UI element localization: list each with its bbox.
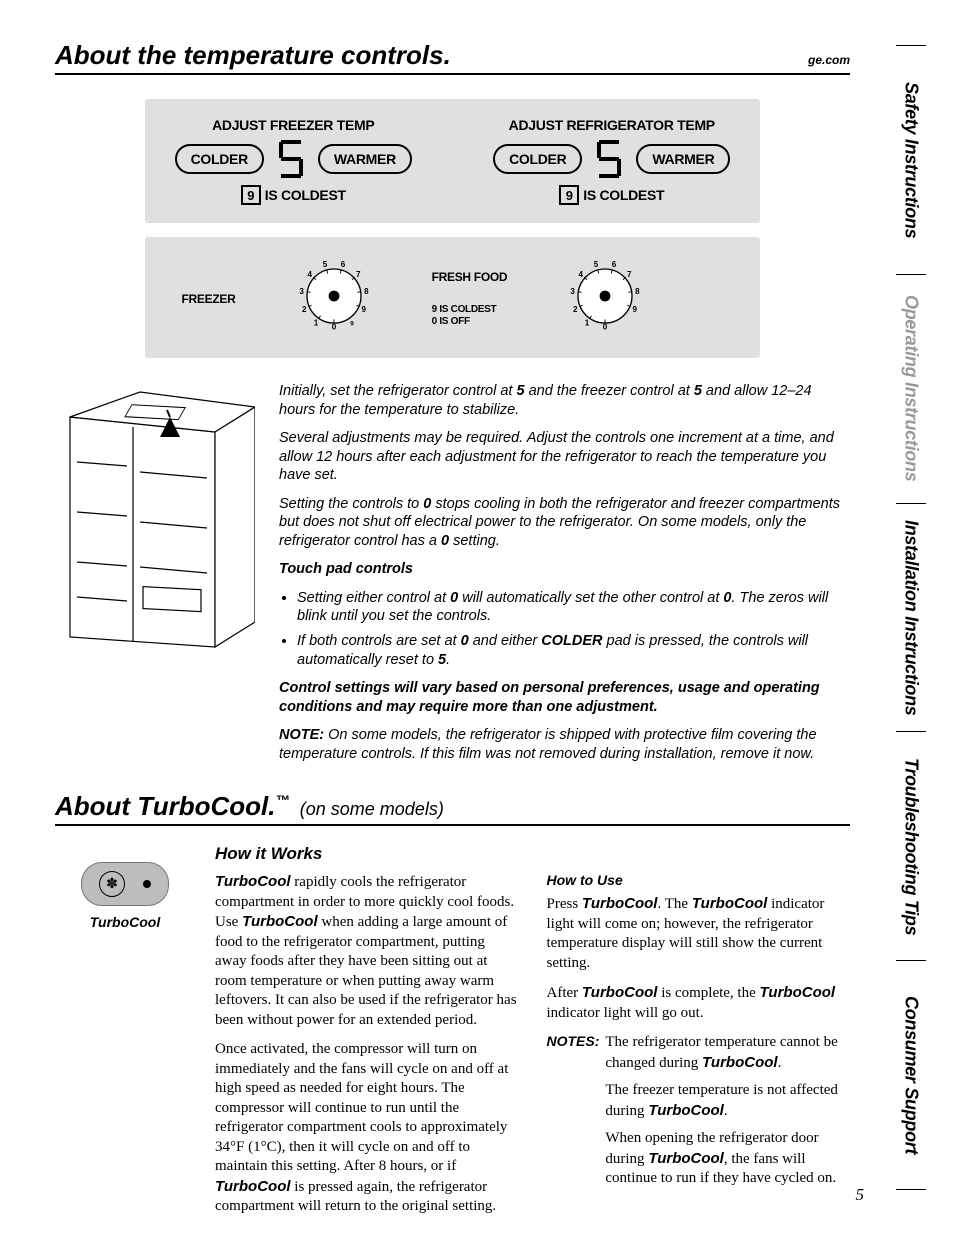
how-to-use-title: How to Use xyxy=(547,872,851,888)
tab-operating[interactable]: Operating Instructions xyxy=(896,275,926,504)
tab-label: Operating Instructions xyxy=(901,295,922,481)
v5b: 5 xyxy=(694,383,702,399)
svg-text:3: 3 xyxy=(299,287,304,296)
svg-text:4: 4 xyxy=(579,270,584,279)
tm-mark: ™ xyxy=(275,794,289,810)
svg-text:9: 9 xyxy=(350,321,354,328)
tab-troubleshooting[interactable]: Troubleshooting Tips xyxy=(896,732,926,961)
main-content: About the temperature controls. ge.com A… xyxy=(55,40,850,1227)
svg-text:0: 0 xyxy=(331,322,336,331)
dial-icon: 0 12 34 5 6 78 99 xyxy=(289,251,379,341)
turbocool-title: About TurboCool.™ xyxy=(55,791,290,822)
svg-text:0: 0 xyxy=(603,322,608,331)
touch-pad-title: Touch pad controls xyxy=(279,560,850,579)
svg-text:7: 7 xyxy=(356,270,361,279)
turbocool-title-row: About TurboCool.™ (on some models) xyxy=(55,791,850,826)
p3c: setting. xyxy=(449,533,500,549)
how-it-works-title: How it Works xyxy=(215,844,519,864)
dial-control-panel: FREEZER 012 345 678 99 xyxy=(145,237,760,358)
turbocool-badge-label: TurboCool xyxy=(55,914,195,930)
segment-5-icon xyxy=(595,139,623,179)
svg-text:1: 1 xyxy=(313,319,318,328)
v5a: 5 xyxy=(516,383,524,399)
dial-note-off: 0 IS OFF xyxy=(432,316,508,328)
refrigerator-illustration xyxy=(55,382,255,773)
tab-label: Consumer Support xyxy=(901,996,922,1154)
svg-text:5: 5 xyxy=(594,260,599,269)
turbocool-body: ✽ TurboCool How it Works TurboCool rapid… xyxy=(55,844,850,1227)
fresh-food-dial-label: FRESH FOOD xyxy=(432,270,508,284)
dial-icon: 0 12 34 5 6 78 9 xyxy=(560,251,650,341)
notes-label: NOTES: xyxy=(547,1033,600,1197)
vary-note: Control settings will vary based on pers… xyxy=(279,679,850,716)
how-to-use-col: How to Use Press TurboCool. The TurboCoo… xyxy=(547,844,851,1227)
p1a: Initially, set the refrigerator control … xyxy=(279,383,516,399)
nine-box: 9 xyxy=(559,185,579,205)
svg-text:3: 3 xyxy=(571,287,576,296)
svg-text:5: 5 xyxy=(322,260,327,269)
page: Safety Instructions Operating Instructio… xyxy=(0,0,954,1235)
svg-text:9: 9 xyxy=(633,305,638,314)
freezer-digital-group: ADJUST FREEZER TEMP COLDER xyxy=(159,117,428,205)
how-it-works-col: How it Works TurboCool rapidly cools the… xyxy=(215,844,519,1227)
freezer-dial[interactable]: 0 12 34 5 6 78 99 xyxy=(289,251,379,346)
dial-note-coldest: 9 IS COLDEST xyxy=(432,304,508,316)
tab-consumer[interactable]: Consumer Support xyxy=(896,961,926,1190)
turbocool-badge: ✽ TurboCool xyxy=(55,844,195,1227)
nine-box: 9 xyxy=(241,185,261,205)
tab-safety[interactable]: Safety Instructions xyxy=(896,45,926,275)
note-text: On some models, the refrigerator is ship… xyxy=(279,727,817,762)
note-label: NOTE: xyxy=(279,727,324,743)
instructions-block: Initially, set the refrigerator control … xyxy=(55,382,850,773)
freezer-title: ADJUST FREEZER TEMP xyxy=(159,117,428,133)
tab-installation[interactable]: Installation Instructions xyxy=(896,504,926,733)
snowflake-icon: ✽ xyxy=(99,871,125,897)
freezer-warmer-button[interactable]: WARMER xyxy=(318,144,412,174)
p1b: and the freezer control at xyxy=(525,383,694,399)
freezer-dial-label: FREEZER xyxy=(182,292,236,306)
fridge-icon xyxy=(55,382,255,652)
svg-text:2: 2 xyxy=(302,305,307,314)
indicator-dot-icon xyxy=(143,880,151,888)
fridge-colder-button[interactable]: COLDER xyxy=(493,144,582,174)
svg-text:8: 8 xyxy=(635,287,640,296)
fresh-food-dial[interactable]: 0 12 34 5 6 78 9 xyxy=(560,251,650,346)
fridge-warmer-button[interactable]: WARMER xyxy=(636,144,730,174)
side-tabs: Safety Instructions Operating Instructio… xyxy=(896,45,926,1190)
fridge-display xyxy=(592,139,626,179)
svg-text:4: 4 xyxy=(307,270,312,279)
turbocool-sub: (on some models) xyxy=(300,799,444,820)
tab-label: Installation Instructions xyxy=(901,520,922,716)
fridge-title: ADJUST REFRIGERATOR TEMP xyxy=(478,117,747,133)
instructions-text: Initially, set the refrigerator control … xyxy=(279,382,850,773)
svg-text:9: 9 xyxy=(361,305,366,314)
touch-li-2: If both controls are set at 0 and either… xyxy=(297,632,850,669)
v0b: 0 xyxy=(441,533,449,549)
p3a: Setting the controls to xyxy=(279,496,423,512)
fridge-digital-group: ADJUST REFRIGERATOR TEMP COLDER xyxy=(478,117,747,205)
digital-control-panel: ADJUST FREEZER TEMP COLDER xyxy=(145,99,760,223)
freezer-foot: IS COLDEST xyxy=(265,187,346,203)
svg-text:1: 1 xyxy=(585,319,590,328)
svg-text:6: 6 xyxy=(340,260,345,269)
svg-text:8: 8 xyxy=(364,287,369,296)
svg-text:6: 6 xyxy=(612,260,617,269)
tab-label: Troubleshooting Tips xyxy=(901,758,922,935)
touch-li-1: Setting either control at 0 will automat… xyxy=(297,589,850,626)
segment-5-icon xyxy=(277,139,305,179)
page-number: 5 xyxy=(856,1185,865,1205)
turbocool-button-graphic: ✽ xyxy=(81,862,169,906)
svg-text:7: 7 xyxy=(627,270,632,279)
freezer-colder-button[interactable]: COLDER xyxy=(175,144,264,174)
site-link: ge.com xyxy=(808,53,850,67)
p2: Several adjustments may be required. Adj… xyxy=(279,429,850,485)
tab-label: Safety Instructions xyxy=(901,82,922,238)
fridge-foot: IS COLDEST xyxy=(583,187,664,203)
section-title-row: About the temperature controls. ge.com xyxy=(55,40,850,75)
notes-block: NOTES: The refrigerator temperature cann… xyxy=(547,1033,851,1197)
svg-text:2: 2 xyxy=(573,305,578,314)
freezer-display xyxy=(274,139,308,179)
page-title: About the temperature controls. xyxy=(55,40,451,71)
